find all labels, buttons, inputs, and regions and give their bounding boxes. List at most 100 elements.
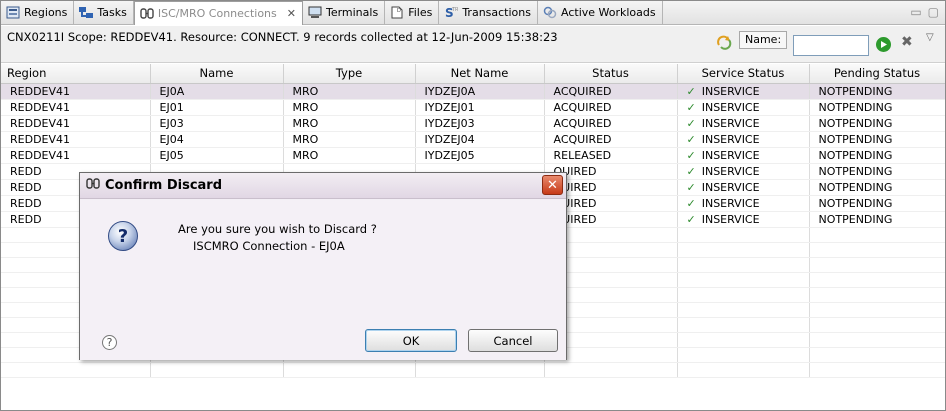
dialog-detail: ISCMRO Connection - EJ0A (193, 239, 345, 253)
dialog-message: Are you sure you wish to Discard ? (178, 222, 377, 236)
cell-name: EJ04 (150, 131, 284, 148)
empty-cell (677, 302, 810, 318)
cell-text: INSERVICE (701, 148, 760, 162)
dialog-body: ? Are you sure you wish to Discard ? ISC… (80, 200, 566, 360)
cell-pending-status: NOTPENDING (809, 147, 945, 164)
column-header-type[interactable]: Type (283, 64, 416, 84)
svg-text:D: D (397, 8, 401, 14)
cell-type: MRO (283, 99, 416, 116)
tab-terminals[interactable]: Terminals (303, 1, 386, 24)
cell-pending-status: NOTPENDING (809, 211, 945, 228)
table-row[interactable]: REDDEV41 EJ04 MRO IYDZEJ04 ACQUIRED ✓ INSERVIC… (1, 131, 945, 148)
cell-text: ACQUIRED (553, 132, 612, 146)
cell-status: ACQUIRED (544, 115, 678, 132)
cell-name: EJ01 (150, 99, 284, 116)
cell-net-name: IYDZEJ01 (415, 99, 545, 116)
cancel-button[interactable]: Cancel (468, 329, 558, 352)
column-header-pending-status[interactable]: Pending Status (809, 64, 945, 84)
tab-active-workloads[interactable]: Active Workloads (538, 1, 663, 24)
column-header-service-status[interactable]: Service Status (677, 64, 810, 84)
table-row[interactable]: REDDEV41 EJ03 MRO IYDZEJ03 ACQUIRED ✓ INSERVIC… (1, 115, 945, 132)
column-header-region[interactable]: Region (1, 64, 151, 84)
confirm-discard-dialog: Confirm Discard ✕ ? Are you sure you wis… (79, 172, 567, 360)
dialog-title-bar: Confirm Discard ✕ (80, 173, 566, 199)
cell-status: RELEASED (544, 147, 678, 164)
cell-pending-status: NOTPENDING (809, 179, 945, 196)
check-icon: ✓ (686, 84, 696, 98)
cell-text: REDDEV41 (10, 100, 71, 114)
refresh-icon[interactable] (716, 34, 732, 50)
cell-text: NOTPENDING (818, 148, 893, 162)
files-icon: D (390, 6, 404, 19)
cell-service-status: ✓ INSERVICE (677, 211, 810, 228)
empty-cell (809, 242, 945, 258)
name-filter-label: Name: (739, 31, 788, 49)
empty-cell (809, 272, 945, 288)
cell-text: MRO (292, 84, 319, 98)
table-row[interactable]: REDDEV41 EJ0A MRO IYDZEJ0A ACQUIRED ✓ INSERVIC… (1, 83, 945, 100)
check-icon: ✓ (686, 148, 696, 162)
column-header-name[interactable]: Name (150, 64, 284, 84)
empty-cell (677, 272, 810, 288)
empty-cell (677, 347, 810, 363)
cell-text: EJ05 (159, 148, 184, 162)
cell-text: EJ04 (159, 132, 184, 146)
table-row[interactable]: REDDEV41 EJ05 MRO IYDZEJ05 RELEASED ✓ INSERVIC… (1, 147, 945, 164)
empty-cell (809, 227, 945, 243)
empty-cell (677, 362, 810, 378)
empty-cell (809, 347, 945, 363)
column-header-status[interactable]: Status (544, 64, 678, 84)
cell-service-status: ✓ INSERVICE (677, 179, 810, 196)
view-tab-bar: Regions Tasks ISC/MRO Connections ✕ Term… (1, 1, 945, 25)
regions-icon (6, 6, 20, 19)
cell-type: MRO (283, 147, 416, 164)
tab-regions[interactable]: Regions (1, 1, 75, 24)
cell-text: INSERVICE (701, 196, 760, 210)
check-icon: ✓ (686, 196, 696, 210)
apply-filter-icon[interactable] (876, 37, 891, 52)
table-row[interactable]: REDDEV41 EJ01 MRO IYDZEJ01 ACQUIRED ✓ INSERVIC… (1, 99, 945, 116)
cell-text: IYDZEJ05 (424, 148, 475, 162)
dialog-title: Confirm Discard (105, 178, 223, 193)
tab-terminals-label: Terminals (325, 6, 379, 19)
tab-tasks[interactable]: Tasks (74, 1, 134, 24)
cell-pending-status: NOTPENDING (809, 115, 945, 132)
view-menu-icon[interactable]: ▽ (926, 32, 934, 43)
cell-service-status: ✓ INSERVICE (677, 83, 810, 100)
cell-text: INSERVICE (701, 84, 760, 98)
column-header-net-name[interactable]: Net Name (415, 64, 545, 84)
empty-cell (677, 242, 810, 258)
empty-cell (150, 362, 284, 378)
tab-active-workloads-label: Active Workloads (561, 6, 656, 19)
cell-service-status: ✓ INSERVICE (677, 115, 810, 132)
clear-filter-icon[interactable]: ✖ (901, 35, 913, 49)
cell-pending-status: NOTPENDING (809, 83, 945, 100)
tab-isc-mro-connections[interactable]: ISC/MRO Connections ✕ (133, 1, 303, 25)
cell-text: INSERVICE (701, 212, 760, 226)
dialog-close-button[interactable]: ✕ (542, 175, 563, 195)
minimize-icon[interactable]: ▭ (910, 5, 921, 19)
tab-files[interactable]: D Files (385, 1, 440, 24)
cell-status: ACQUIRED (544, 99, 678, 116)
cell-text: REDDEV41 (10, 116, 71, 130)
question-icon: ? (108, 221, 138, 251)
cell-text: INSERVICE (701, 100, 760, 114)
ok-button[interactable]: OK (365, 329, 457, 352)
cell-type: MRO (283, 131, 416, 148)
cell-net-name: IYDZEJ03 (415, 115, 545, 132)
connections-icon (86, 177, 100, 194)
empty-cell (677, 317, 810, 333)
tab-isc-mro-connections-label: ISC/MRO Connections (157, 7, 277, 20)
empty-cell (809, 317, 945, 333)
tab-transactions[interactable]: S TR Transactions (439, 1, 538, 24)
tab-close-icon[interactable]: ✕ (287, 7, 296, 20)
check-icon: ✓ (686, 212, 696, 226)
cell-text: REDD (10, 196, 42, 210)
connections-icon (140, 7, 154, 20)
cell-text: MRO (292, 148, 319, 162)
maximize-icon[interactable]: ▢ (928, 5, 939, 19)
help-icon[interactable]: ? (102, 335, 117, 350)
cell-text: IYDZEJ01 (424, 100, 475, 114)
cell-text: EJ0A (159, 84, 185, 98)
name-filter-input[interactable] (793, 35, 869, 56)
